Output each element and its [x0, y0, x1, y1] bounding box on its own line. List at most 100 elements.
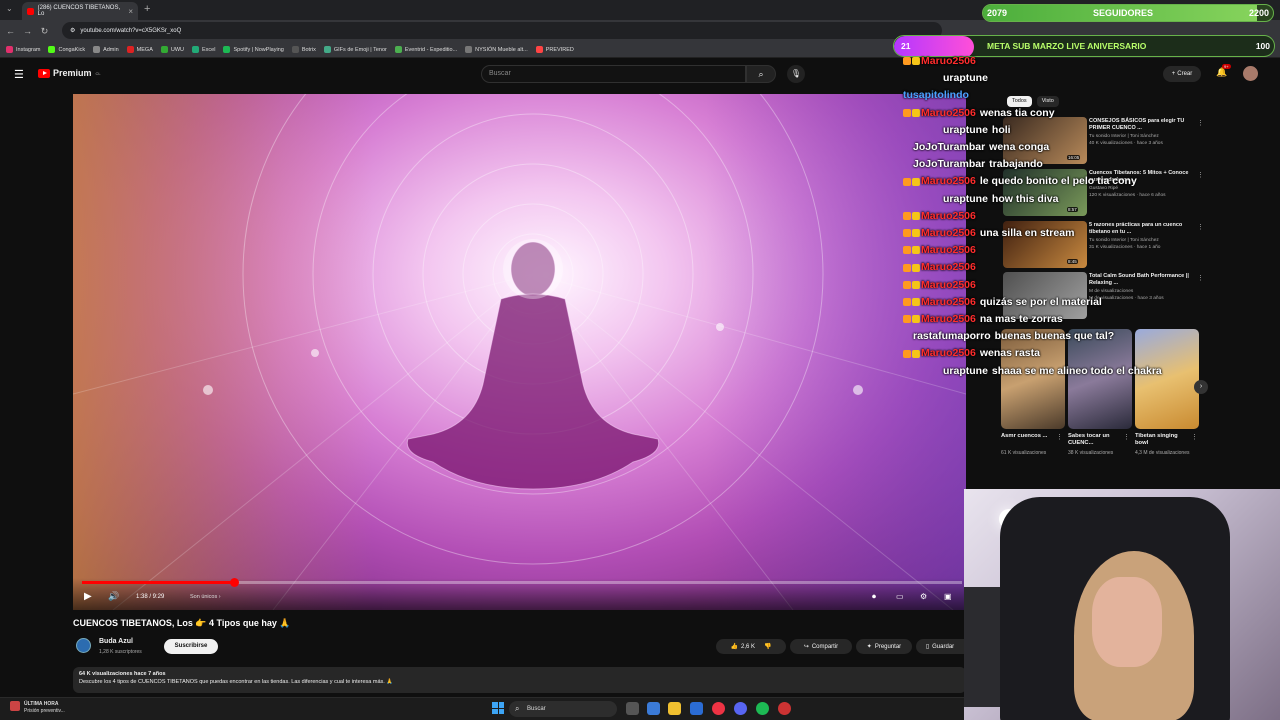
miniplayer-icon[interactable]: ▣: [944, 592, 952, 601]
sub-goal-bar: 21 META SUB MARZO LIVE ANIVERSARIO 100: [893, 35, 1275, 57]
thumbs-down-icon[interactable]: 👎: [764, 643, 771, 650]
more-options-icon[interactable]: ⋮: [1197, 223, 1204, 231]
more-options-icon[interactable]: ⋮: [1056, 433, 1063, 441]
taskbar-search[interactable]: Buscar: [509, 701, 617, 717]
forward-icon[interactable]: →: [21, 26, 34, 36]
site-info-icon[interactable]: ⚙: [70, 27, 75, 34]
chat-message: uraptune: [943, 72, 988, 84]
chat-message: Maruo2506: [903, 55, 976, 67]
bookmark-icon: [465, 46, 473, 53]
account-avatar[interactable]: [1243, 66, 1258, 81]
bookmark-item[interactable]: CongaKick: [48, 46, 85, 53]
progress-bar[interactable]: [82, 578, 962, 587]
play-icon[interactable]: ▶: [84, 591, 92, 602]
chat-badge-icon: [903, 177, 911, 186]
bookmark-label: MEGA: [136, 46, 153, 53]
bookmark-icon: [48, 46, 56, 53]
chat-badge-icon: [912, 263, 920, 272]
bookmark-item[interactable]: Excel: [192, 46, 215, 53]
spotify-icon[interactable]: [756, 702, 769, 715]
back-icon[interactable]: ←: [4, 26, 17, 36]
settings-gear-icon[interactable]: ⚙: [920, 592, 927, 601]
shorts-next-button[interactable]: ›: [1194, 380, 1208, 394]
more-options-icon[interactable]: ⋮: [1197, 274, 1204, 282]
bookmark-item[interactable]: Botrix: [291, 46, 316, 53]
channel-avatar[interactable]: [76, 638, 91, 653]
bookmark-item[interactable]: Admin: [93, 46, 119, 53]
url-bar[interactable]: ⚙ youtube.com/watch?v=cX5GKSr_xoQ: [62, 22, 942, 39]
chrome-icon[interactable]: [712, 702, 725, 715]
chat-message: Maruo2506 wenas tia cony: [903, 107, 1055, 119]
youtube-favicon-icon: [27, 7, 34, 15]
subtitles-icon[interactable]: ▭: [896, 592, 904, 601]
progress-played: [82, 581, 234, 584]
create-button[interactable]: + Crear: [1163, 66, 1201, 82]
chat-message: rastafumaporro buenas buenas que tal?: [913, 330, 1114, 342]
chat-username: JoJoTurambar: [913, 158, 986, 171]
bookmark-icon: [323, 46, 331, 53]
app-icon[interactable]: [778, 702, 791, 715]
chat-message: Maruo2506 una silla en stream: [903, 227, 1074, 239]
task-view-icon[interactable]: [626, 702, 639, 715]
bookmark-item[interactable]: MEGA: [126, 46, 153, 53]
chat-username: tusapitolindo: [903, 89, 969, 102]
menu-icon[interactable]: ☰: [14, 68, 24, 81]
app-icon[interactable]: [690, 702, 703, 715]
chat-badge-icon: [903, 229, 911, 238]
more-options-icon[interactable]: ⋮: [1123, 433, 1130, 441]
bookmark-item[interactable]: UWU: [160, 46, 184, 53]
volume-icon[interactable]: 🔊: [108, 591, 119, 602]
share-button[interactable]: ↪ Compartir: [790, 639, 852, 654]
chat-badge-icon: [903, 349, 911, 358]
chat-message: uraptune shaaa se me alineo todo el chakr…: [943, 365, 1162, 377]
bookmark-item[interactable]: Spotify | NowPlaying: [223, 46, 284, 53]
autoplay-toggle-icon[interactable]: ⏺: [872, 592, 876, 602]
app-icon[interactable]: [647, 702, 660, 715]
search-button[interactable]: ⌕: [746, 65, 776, 83]
chat-badge-icon: [903, 298, 911, 307]
notification-count: 9+: [1222, 64, 1231, 69]
more-options-icon[interactable]: ⋮: [1191, 433, 1198, 441]
short-title[interactable]: Tibetan singing bowl: [1135, 433, 1190, 447]
chat-text: shaaa se me alineo todo el chakra: [991, 364, 1162, 377]
chat-badge-icon: [903, 315, 911, 324]
youtube-logo[interactable]: Premium CL: [38, 68, 101, 78]
new-tab-icon[interactable]: +: [144, 3, 150, 15]
file-explorer-icon[interactable]: [668, 702, 681, 715]
chat-text: wena conga: [989, 141, 1050, 153]
short-title[interactable]: Asmr cuencos ...: [1001, 433, 1056, 440]
chat-message: uraptune how this diva: [943, 193, 1058, 205]
more-options-icon[interactable]: ⋮: [1197, 171, 1204, 179]
bookmark-item[interactable]: PREVIRED: [535, 46, 574, 53]
chat-badge-icon: [903, 246, 911, 255]
more-options-icon[interactable]: ⋮: [1197, 119, 1204, 127]
browser-tab[interactable]: (286) CUENCOS TIBETANOS, Lo ×: [22, 2, 138, 20]
chat-username: uraptune: [943, 192, 988, 205]
search-input[interactable]: Buscar: [481, 65, 746, 83]
notifications-button[interactable]: 🔔 9+: [1216, 64, 1231, 78]
discord-icon[interactable]: [734, 702, 747, 715]
bookmark-item[interactable]: NYSIÓN Mueble alt...: [465, 46, 528, 53]
close-tab-icon[interactable]: ×: [128, 7, 133, 16]
chat-badge-icon: [912, 246, 920, 255]
chat-username: Maruo2506: [921, 261, 976, 274]
news-widget[interactable]: ÚLTIMA HORA Prisión preventiv...: [10, 701, 65, 715]
bookmark-item[interactable]: GIFs de Emoji | Tenor: [323, 46, 387, 53]
bookmark-item[interactable]: Instagram: [6, 46, 40, 53]
like-dislike-button[interactable]: 👍 2,6 K 👎: [716, 639, 786, 654]
channel-name[interactable]: Buda Azul: [99, 638, 133, 645]
subscribe-button[interactable]: Suscribirse: [164, 639, 218, 654]
tab-search-icon[interactable]: ⌄: [6, 4, 13, 13]
reload-icon[interactable]: ↻: [38, 26, 51, 37]
chapter-button[interactable]: Son únicos ›: [190, 594, 221, 600]
chat-username: rastafumaporro: [913, 330, 991, 343]
save-button[interactable]: ▯ Guardar: [916, 639, 964, 654]
progress-scrubber[interactable]: [229, 578, 239, 587]
windows-start-icon[interactable]: [492, 702, 504, 714]
bookmark-item[interactable]: Eventrid - Expeditio...: [394, 46, 457, 53]
voice-search-button[interactable]: 🎙: [787, 65, 805, 83]
short-title[interactable]: Sabes tocar un CUENC...: [1068, 433, 1123, 447]
description-box[interactable]: 64 K visualizaciones hace 7 años Descubr…: [73, 667, 966, 693]
video-player[interactable]: [73, 94, 966, 610]
ask-button[interactable]: ✦ Preguntar: [856, 639, 912, 654]
